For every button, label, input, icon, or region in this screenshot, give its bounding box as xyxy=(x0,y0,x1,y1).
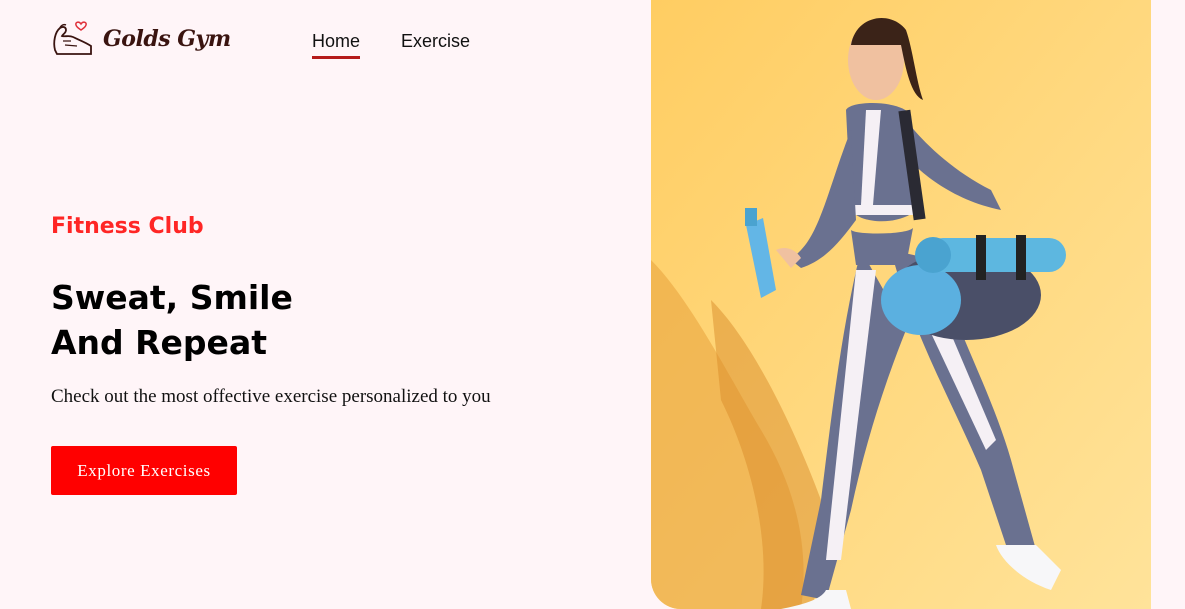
woman-with-gym-bag-illustration xyxy=(651,0,1151,609)
hero-text: Fitness Club Sweat, Smile And Repeat Che… xyxy=(51,214,491,408)
hero-banner-image xyxy=(651,0,1151,609)
hero-headline: Sweat, Smile And Repeat xyxy=(51,275,491,365)
hero-subtitle: Check out the most offective exercise pe… xyxy=(51,386,491,407)
explore-exercises-button[interactable]: Explore Exercises xyxy=(51,446,237,495)
brand-logo[interactable]: Golds Gym xyxy=(51,20,231,58)
nav-exercise-link[interactable]: Exercise xyxy=(401,31,470,59)
nav-home-link[interactable]: Home xyxy=(312,31,361,59)
main-nav: Home Exercise xyxy=(312,31,470,59)
headline-line-1: Sweat, Smile xyxy=(51,278,293,317)
headline-line-2: And Repeat xyxy=(51,323,267,362)
flexed-arm-heart-icon xyxy=(53,21,92,55)
hero-eyebrow: Fitness Club xyxy=(51,214,204,239)
brand-name: Golds Gym xyxy=(103,26,231,52)
